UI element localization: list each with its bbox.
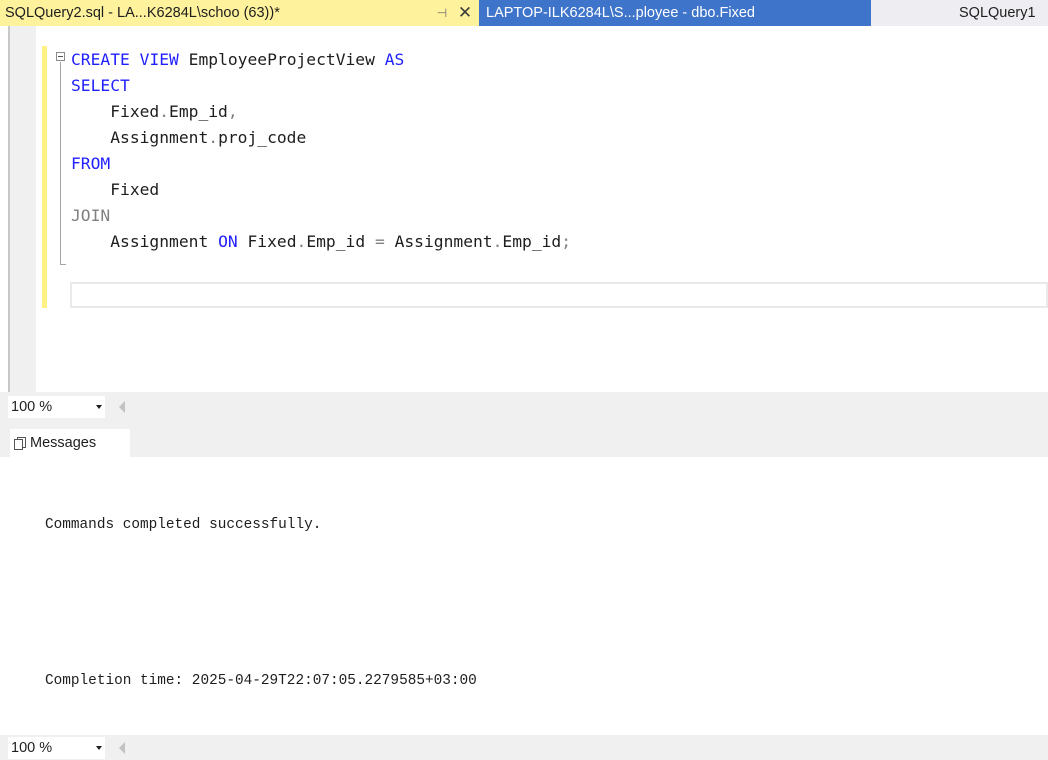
view-name: EmployeeProjectView <box>188 50 375 69</box>
chevron-down-icon[interactable] <box>96 745 102 750</box>
minus-box-icon[interactable] <box>56 52 65 61</box>
sql-code[interactable]: CREATE VIEW EmployeeProjectView AS SELEC… <box>71 47 571 255</box>
message-line: Commands completed successfully. <box>45 517 322 533</box>
zoom-select[interactable]: 100 % <box>8 396 105 418</box>
tab-title: SQLQuery2.sql - LA...K6284L\schoo (63))* <box>5 5 280 21</box>
tab-title: SQLQuery1 <box>959 5 1036 21</box>
glyph-margin <box>10 26 36 392</box>
operator: = <box>374 232 385 251</box>
messages-output[interactable]: Commands completed successfully. Complet… <box>45 460 477 720</box>
identifier: Fixed <box>110 180 160 199</box>
identifier: Emp_id <box>169 102 228 121</box>
operator: . <box>492 232 503 251</box>
identifier: proj_code <box>218 128 307 147</box>
tab-messages[interactable]: Messages <box>10 429 130 457</box>
zoom-value: 100 % <box>11 739 53 756</box>
scroll-left-icon[interactable] <box>119 741 125 754</box>
identifier: Emp_id <box>306 232 366 251</box>
tab-fixed-table[interactable]: LAPTOP-ILK6284L\S...ployee - dbo.Fixed <box>479 0 871 26</box>
results-zoom-bar: 100 % <box>0 735 1048 760</box>
pin-icon[interactable]: ⊣ <box>431 6 453 20</box>
identifier: Fixed <box>247 232 297 251</box>
messages-icon <box>13 436 26 450</box>
code-line-2: SELECT <box>71 73 571 99</box>
message-line <box>45 590 477 616</box>
current-line-highlight <box>70 282 1048 308</box>
code-line-8: Assignment ON Fixed.Emp_id = Assignment.… <box>71 229 571 255</box>
zoom-value: 100 % <box>11 399 53 415</box>
code-line-4: Assignment.proj_code <box>71 125 571 151</box>
zoom-select[interactable]: 100 % <box>8 736 105 759</box>
tab-label: Messages <box>30 435 97 451</box>
identifier: Assignment <box>394 232 493 251</box>
operator: . <box>159 102 170 121</box>
code-line-3: Fixed.Emp_id, <box>71 99 571 125</box>
tab-sqlquery1[interactable]: SQLQuery1 <box>871 0 1048 26</box>
operator: ; <box>561 232 572 251</box>
outline-line <box>60 62 61 265</box>
keyword: CREATE <box>71 50 130 69</box>
editor-zoom-bar: 100 % <box>0 392 1048 422</box>
operator: , <box>227 102 238 121</box>
keyword: VIEW <box>139 50 179 69</box>
change-tracking-bar <box>42 46 47 308</box>
tab-sqlquery2[interactable]: SQLQuery2.sql - LA...K6284L\schoo (63))*… <box>0 0 479 26</box>
document-tab-strip: SQLQuery2.sql - LA...K6284L\schoo (63))*… <box>0 0 1048 26</box>
identifier: Emp_id <box>502 232 562 251</box>
code-line-6: Fixed <box>71 177 571 203</box>
identifier: Fixed <box>110 102 160 121</box>
keyword: SELECT <box>71 76 130 95</box>
keyword: AS <box>384 50 405 69</box>
identifier: Assignment <box>110 128 209 147</box>
keyword: FROM <box>71 154 111 173</box>
code-line-7: JOIN <box>71 203 571 229</box>
results-tab-bar <box>0 422 1048 457</box>
scroll-left-icon[interactable] <box>119 401 125 413</box>
identifier: Assignment <box>110 232 209 251</box>
keyword: JOIN <box>71 206 111 225</box>
operator: . <box>296 232 307 251</box>
operator: . <box>208 128 219 147</box>
tab-title: LAPTOP-ILK6284L\S...ployee - dbo.Fixed <box>486 5 755 21</box>
close-icon[interactable]: ✕ <box>453 3 477 23</box>
code-line-1: CREATE VIEW EmployeeProjectView AS <box>71 47 571 73</box>
keyword: ON <box>218 232 238 251</box>
chevron-down-icon[interactable] <box>96 405 102 409</box>
outline-line-end <box>60 264 66 265</box>
code-line-5: FROM <box>71 151 571 177</box>
message-line: Completion time: 2025-04-29T22:07:05.227… <box>45 673 477 689</box>
